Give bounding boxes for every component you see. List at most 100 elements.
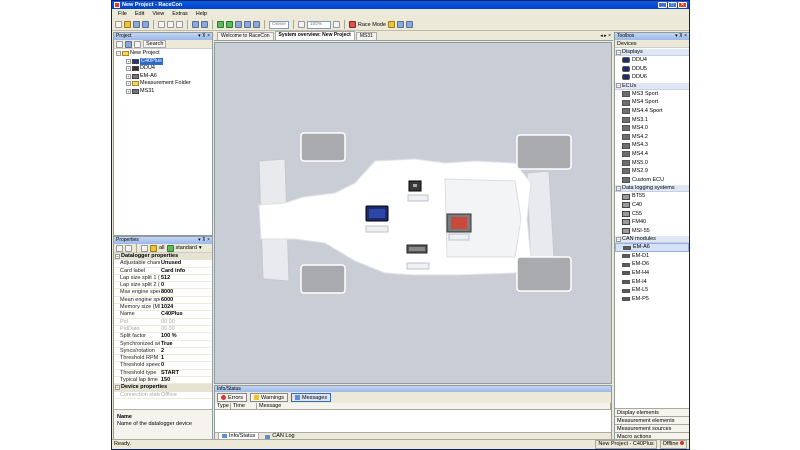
toolbox-item[interactable]: MS4 Sport — [615, 98, 689, 107]
property-row[interactable]: Connection state Offline — [114, 392, 212, 399]
property-value[interactable]: C40Plus — [160, 311, 212, 317]
toolbox-item[interactable]: MSI-55 — [615, 227, 689, 236]
device-ms31[interactable] — [446, 213, 472, 241]
toolbox-item[interactable]: EM-H4 — [615, 269, 689, 278]
property-row[interactable]: Threshold RPM [1 — [114, 355, 212, 363]
panel-pin-close-icon[interactable]: ▾ ⊼ × — [675, 33, 687, 40]
collapse-icon[interactable]: − — [616, 236, 621, 242]
filter-all[interactable]: all — [159, 245, 165, 251]
property-row[interactable]: Memory size (MB 1024 — [114, 304, 212, 312]
toolbox-item[interactable]: C40 — [615, 201, 689, 210]
filter-icon[interactable] — [125, 40, 132, 48]
toolbox-item[interactable]: FM40 — [615, 218, 689, 227]
close-button[interactable]: × — [678, 2, 687, 8]
toolbox-item[interactable]: EM-D6 — [615, 260, 689, 269]
race-flag-icon[interactable] — [348, 21, 356, 28]
collapse-icon[interactable]: − — [616, 49, 621, 55]
tree-item-new-project[interactable]: − New Project — [116, 50, 212, 58]
property-value[interactable]: 100 % — [160, 333, 212, 339]
open-folder-icon[interactable] — [124, 21, 131, 28]
report-icon[interactable] — [388, 21, 396, 28]
property-row[interactable]: Adjustable chann Unused — [114, 260, 212, 268]
save-icon[interactable] — [133, 21, 140, 28]
property-value[interactable]: True — [160, 341, 212, 347]
cut-icon[interactable] — [158, 21, 165, 28]
toolbox-item[interactable]: DDU4 — [615, 56, 689, 65]
new-file-icon[interactable] — [115, 21, 122, 28]
tab-system-overview[interactable]: System overview: New Project — [274, 31, 355, 40]
menu-view[interactable]: View — [152, 10, 164, 19]
maximize-button[interactable]: □ — [668, 2, 677, 8]
tab-nav-close-icon[interactable]: ◂ ▸ × — [600, 33, 611, 39]
search-button[interactable]: Search — [143, 40, 167, 48]
col-time[interactable]: Time — [231, 403, 257, 409]
panel-pin-close-icon[interactable]: ▾ ⊼ × — [198, 33, 210, 40]
toolbox-item[interactable]: MS4.0 — [615, 124, 689, 133]
collapse-icon[interactable]: − — [616, 185, 621, 191]
property-row[interactable]: Pid 00.00 — [114, 319, 212, 326]
tab-ms31[interactable]: MS31 — [355, 32, 377, 40]
download-icon[interactable] — [244, 21, 251, 28]
property-row[interactable]: Lap size split 1 (K 512 — [114, 275, 212, 283]
online-mode-combo[interactable]: Online — [269, 20, 289, 29]
paste-icon[interactable] — [176, 21, 183, 28]
panel-pin-close-icon[interactable]: ▾ ⊼ × — [198, 237, 210, 244]
menu-help[interactable]: Help — [196, 10, 207, 19]
warnings-button[interactable]: Warnings — [249, 393, 289, 402]
property-row[interactable]: PidDate 00.00 — [114, 326, 212, 334]
toolbox-tab-devices[interactable]: Devices — [617, 41, 637, 47]
toolbox-category[interactable]: − ECUs — [615, 81, 689, 90]
toolbox-item[interactable]: Custom ECU — [615, 176, 689, 185]
property-value[interactable]: 6000 — [160, 297, 212, 303]
toolbox-item[interactable]: MS2.9 — [615, 167, 689, 176]
property-value[interactable]: Card info — [160, 268, 212, 274]
property-value[interactable]: 0 — [160, 282, 212, 288]
property-value[interactable]: 8000 — [160, 289, 212, 295]
tree-item-ms31[interactable]: + MS31 — [116, 88, 212, 96]
redo-icon[interactable] — [201, 21, 208, 28]
tree-item-measurement-folder[interactable]: + Measurement Folder — [116, 80, 212, 88]
tree-item-em-a6[interactable]: + EM-A6 — [116, 73, 212, 81]
property-value[interactable]: 1 — [160, 355, 212, 361]
help-icon[interactable] — [406, 21, 414, 28]
toolbox-display-elements[interactable]: Display elements — [615, 408, 689, 416]
property-row[interactable]: Typical lap time 150 — [114, 377, 212, 385]
toolbox-item[interactable]: MS4.4 — [615, 150, 689, 159]
toolbox-item[interactable]: EM-I4 — [615, 278, 689, 287]
play-icon[interactable] — [217, 21, 224, 28]
toolbox-measurement-sources[interactable]: Measurement sources — [615, 424, 689, 432]
property-value[interactable]: 2 — [160, 348, 212, 354]
errors-button[interactable]: Errors — [217, 393, 247, 402]
property-row[interactable]: Max engine spee 8000 — [114, 289, 212, 297]
filter-icon[interactable] — [150, 244, 157, 252]
collapse-icon[interactable] — [116, 40, 123, 48]
toolbox-item[interactable]: EM-L5 — [615, 286, 689, 295]
tree-item-c40plus[interactable]: + C40Plus — [116, 57, 212, 65]
property-pages-icon[interactable] — [141, 244, 148, 252]
property-value[interactable]: 150 — [160, 377, 212, 383]
toolbox-measurement-elements[interactable]: Measurement elements — [615, 416, 689, 424]
toolbox-item[interactable]: DDU6 — [615, 73, 689, 82]
device-c40plus[interactable] — [365, 205, 389, 233]
tab-welcome[interactable]: Welcome to RaceCon — [217, 32, 274, 40]
undo-icon[interactable] — [192, 21, 199, 28]
toolbox-category[interactable]: − Data logging systems — [615, 184, 689, 193]
toolbox-category[interactable]: − Displays — [615, 48, 689, 56]
toolbox-item[interactable]: MS3 Sport — [615, 90, 689, 99]
property-value[interactable]: 512 — [160, 275, 212, 281]
property-row[interactable]: Mean engine spe 6000 — [114, 297, 212, 305]
minimize-button[interactable]: _ — [658, 2, 667, 8]
toolbox-item[interactable]: MS4.4 Sport — [615, 107, 689, 116]
property-row[interactable]: Synchronized wit True — [114, 341, 212, 348]
property-row[interactable]: Split factor 100 % — [114, 333, 212, 341]
upload-icon[interactable] — [253, 21, 260, 28]
col-type[interactable]: Type — [215, 403, 231, 409]
zoom-combo[interactable]: 100% — [306, 20, 331, 29]
toolbox-item[interactable]: MS5.0 — [615, 159, 689, 168]
col-message[interactable]: Message — [257, 403, 611, 409]
toolbox-category[interactable]: − CAN modules — [615, 235, 689, 244]
toolbox-item[interactable]: BT55 — [615, 192, 689, 201]
toolbox-item[interactable]: MS4.2 — [615, 133, 689, 142]
property-row[interactable]: Threshold type START — [114, 370, 212, 378]
toolbox-item[interactable]: C55 — [615, 210, 689, 219]
